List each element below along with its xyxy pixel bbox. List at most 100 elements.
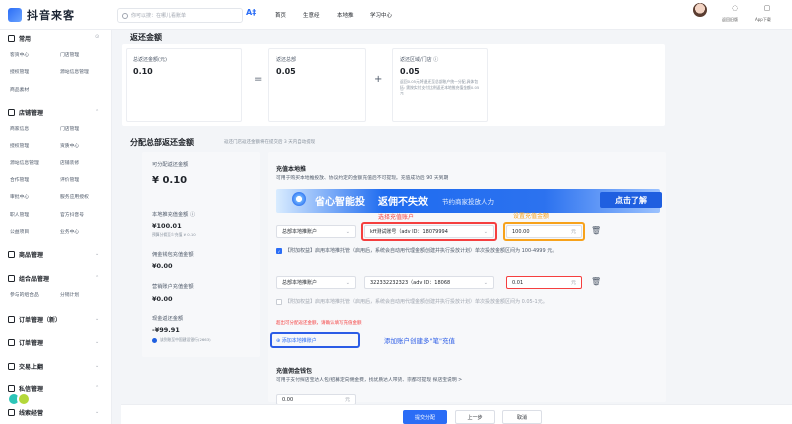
leads-icon [8, 409, 15, 416]
sidebar-section-goods[interactable]: 商品管理 [8, 250, 43, 259]
sidebar-item-source[interactable]: 源站信息管理 [60, 68, 89, 75]
amount-value: 0.01 [512, 279, 524, 286]
sidebar-item[interactable]: 审批中心 [10, 193, 29, 200]
allocation-subtitle: 返还门店返还金额将在提交后 3 天内自动提现 [224, 140, 316, 145]
sidebar-section-leads[interactable]: 线索经营 [8, 408, 43, 417]
brand-logo[interactable]: 抖音来客 [8, 6, 108, 24]
chevron-down-icon: ⌄ [483, 228, 488, 235]
topnav-home[interactable]: 首页 [275, 11, 286, 19]
delete-icon[interactable]: 🗑 [591, 226, 601, 235]
sidebar-item[interactable]: 公益项目 [10, 228, 29, 235]
chevron-down-icon[interactable]: ⌄ [95, 339, 99, 345]
sidebar-item[interactable]: 服务应用授权 [60, 193, 89, 200]
sidebar-section-common[interactable]: 常用 [8, 34, 31, 43]
allocatable-value: ¥ 0.10 [152, 175, 188, 186]
sidebar-item-stores[interactable]: 门店管理 [60, 51, 79, 58]
amount-input[interactable]: 100.00 元 [506, 225, 582, 238]
ai-assistant-icon[interactable]: A‡ [246, 8, 256, 17]
cash-rebate-label: 现金返还金额 [152, 316, 184, 322]
sidebar-section-trade[interactable]: 交易上翻 [8, 362, 43, 371]
avatar[interactable] [693, 3, 707, 17]
chevron-down-icon[interactable]: ⌄ [95, 251, 99, 257]
previous-step-button[interactable]: 上一步 [455, 410, 495, 424]
sidebar-section-label: 交易上翻 [19, 364, 44, 371]
marketing-recharge-label: 营销账户充值金额 [152, 284, 194, 290]
sidebar-section-label: 订单管理（新） [19, 317, 62, 324]
chevron-up-icon[interactable]: ⌃ [95, 275, 99, 281]
help-icon[interactable]: ◌ [728, 4, 742, 12]
sidebar-section-label: 组合品管理 [19, 276, 50, 283]
collapse-icon[interactable]: ⊙ [95, 34, 99, 40]
topnav-business[interactable]: 生意经 [303, 11, 320, 19]
managed-promo-option-2: 【附加权益】启用本地推托管（启用后，系统会自动用代理金额创建并执行投放计划）单次… [285, 299, 548, 305]
chevron-down-icon[interactable]: ⌄ [95, 316, 99, 322]
sidebar-item[interactable]: 参与的组合品 [10, 291, 39, 298]
account-select[interactable]: 322332232323（adv ID：18068 ⌄ [364, 276, 494, 289]
account-type-select[interactable]: 总部本地推账户 ⌄ [276, 276, 356, 289]
search-placeholder: 你可以搜：在哪儿看账单 [131, 13, 187, 19]
delete-icon[interactable]: 🗑 [591, 277, 601, 286]
goods-icon [8, 251, 15, 258]
sidebar-section-label: 店铺管理 [19, 110, 44, 117]
message-icon [8, 385, 15, 392]
store-rebate-label[interactable]: 返还区域/门店 ⓘ [400, 56, 438, 63]
sidebar-item-leads[interactable]: 客资中心 [10, 51, 29, 58]
app-icon[interactable]: ▢ [760, 4, 774, 12]
store-rebate-note: 返回0.05元将退还至总部账户统一分配,具体包括: 需按实付支付比例返还本地推充… [400, 79, 480, 95]
return-old-version-link[interactable]: 返回旧版 [722, 17, 738, 23]
sidebar-section-store[interactable]: 店铺管理 [8, 108, 43, 117]
sidebar-item-auth[interactable]: 授权管理 [10, 68, 29, 75]
sidebar-item[interactable]: 资质中心 [60, 142, 79, 149]
promo-text-sub: 节约商家投放人力 [442, 198, 494, 206]
store-icon [8, 109, 15, 116]
topnav-learning[interactable]: 学习中心 [370, 11, 392, 19]
sidebar-item[interactable]: 合作管理 [10, 176, 29, 183]
sidebar-item[interactable]: 评价管理 [60, 176, 79, 183]
promo-text-main: 省心智能投 [315, 197, 365, 208]
sidebar-item[interactable]: 源站信息管理 [10, 159, 39, 166]
chevron-up-icon[interactable]: ⌃ [95, 109, 99, 115]
sidebar-section-label: 常用 [19, 36, 32, 43]
sidebar-item[interactable]: 授权管理 [10, 142, 29, 149]
add-local-account-button[interactable]: ⊕ 添加本地推账户 [276, 337, 317, 344]
sidebar-item-material[interactable]: 商品素材 [10, 86, 29, 93]
chevron-down-icon[interactable]: ⌄ [95, 363, 99, 369]
order-icon [8, 316, 15, 323]
allocatable-label: 可分配返还金额 [152, 162, 189, 168]
sidebar-section-bundle[interactable]: 组合品管理 [8, 274, 49, 283]
checkbox-checked[interactable]: ✓ [276, 248, 282, 254]
account-type-select[interactable]: 总部本地推账户 ⌄ [276, 225, 356, 238]
topnav-local-promo[interactable]: 本地推 [337, 11, 354, 19]
local-recharge-note: 预算分佣至少充值 ¥ 0.10 [152, 232, 196, 237]
sidebar-item[interactable]: 门店管理 [60, 125, 79, 132]
bank-icon [152, 338, 157, 343]
commission-recharge-value: ¥0.00 [152, 262, 173, 270]
local-recharge-section-desc: 可用于购买本地推投放、协议约定的金额充值后不可提现。充值成功后 90 天到期 [276, 176, 449, 181]
chevron-down-icon[interactable]: ⌄ [95, 409, 99, 415]
app-download-link[interactable]: App下载 [755, 17, 771, 23]
sidebar-item[interactable]: 分销计划 [60, 291, 79, 298]
sidebar-item[interactable]: 业务中心 [60, 228, 79, 235]
sidebar-item[interactable]: 商家信息 [10, 125, 29, 132]
commission-recharge-label: 佣金钱包充值金额 [152, 252, 194, 258]
plus-icon: + [374, 74, 383, 85]
sidebar-section-orders-new[interactable]: 订单管理（新） [8, 315, 61, 324]
account-select[interactable]: kff测试账号（adv ID：18079994 ⌄ [364, 225, 494, 238]
sidebar-item[interactable]: 官方抖音号 [60, 211, 84, 218]
submit-allocation-button[interactable]: 提交分配 [403, 410, 447, 424]
sidebar-item[interactable]: 店铺装修 [60, 159, 79, 166]
brand-icon [8, 8, 22, 22]
local-recharge-label[interactable]: 本地推充值金额 ⓘ [152, 211, 195, 218]
store-rebate-value: 0.05 [400, 67, 420, 76]
promo-learn-more-button[interactable]: 点击了解 [600, 192, 662, 208]
amount-input-error[interactable]: 0.01 元 [506, 276, 582, 289]
trade-icon [8, 363, 15, 370]
checkbox-unchecked[interactable] [276, 299, 282, 305]
cancel-button[interactable]: 取消 [502, 410, 542, 424]
search-input[interactable]: 你可以搜：在哪儿看账单 [117, 8, 243, 23]
sidebar-section-orders[interactable]: 订单管理 [8, 338, 43, 347]
chevron-up-icon[interactable]: ⌃ [95, 385, 99, 391]
top-bar: 抖音来客 你可以搜：在哪儿看账单 A‡ 首页 生意经 本地推 学习中心 ◌ 返回… [0, 0, 792, 30]
assistant-icon[interactable] [17, 392, 31, 406]
sidebar-item[interactable]: 职人管理 [10, 211, 29, 218]
